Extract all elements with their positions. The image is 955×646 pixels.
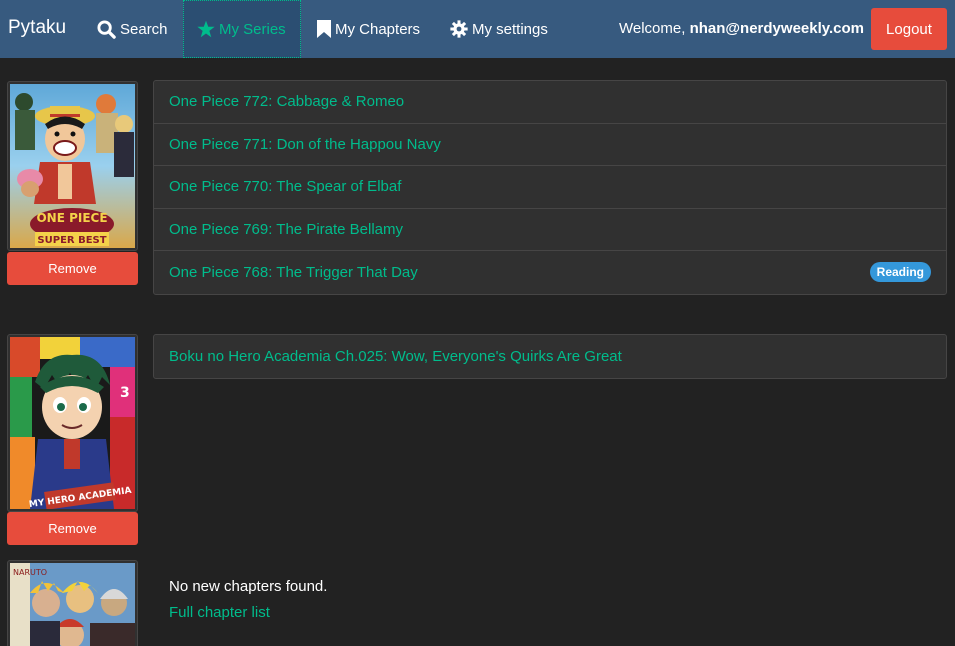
welcome-text: Welcome, nhan@nerdyweekly.com	[619, 20, 864, 37]
chapter-link[interactable]: One Piece 771: Don of the Happou Navy	[169, 136, 441, 153]
nav-my-series[interactable]: My Series	[183, 0, 301, 58]
chapter-link[interactable]: One Piece 769: The Pirate Bellamy	[169, 221, 403, 238]
svg-text:SUPER BEST: SUPER BEST	[37, 235, 106, 246]
navbar: Pytaku Search My Series My Chapters My s…	[0, 0, 955, 58]
chapter-item[interactable]: One Piece 772: Cabbage & Romeo	[154, 81, 946, 124]
chapter-item[interactable]: Boku no Hero Academia Ch.025: Wow, Every…	[154, 335, 946, 378]
chapter-link[interactable]: One Piece 768: The Trigger That Day	[169, 264, 418, 281]
boku-no-hero-cover[interactable]: 3 MY HERO ACADEMIA	[7, 334, 138, 512]
search-icon	[97, 19, 116, 39]
nav-my-series-label: My Series	[219, 20, 286, 38]
remove-button[interactable]: Remove	[7, 512, 138, 545]
nav-my-chapters[interactable]: My Chapters	[317, 0, 420, 58]
full-chapter-list-link[interactable]: Full chapter list	[169, 604, 270, 621]
svg-text:3: 3	[120, 385, 130, 401]
svg-text:NARUTO: NARUTO	[13, 568, 47, 577]
chapter-item[interactable]: One Piece 771: Don of the Happou Navy	[154, 124, 946, 166]
logout-button[interactable]: Logout	[871, 8, 947, 50]
chapter-link[interactable]: One Piece 770: The Spear of Elbaf	[169, 178, 401, 195]
reading-badge: Reading	[869, 262, 931, 283]
nav-my-settings-label: My settings	[472, 20, 548, 38]
bookmark-icon	[317, 20, 331, 38]
chapter-item[interactable]: One Piece 770: The Spear of Elbaf	[154, 166, 946, 209]
chapter-link[interactable]: One Piece 772: Cabbage & Romeo	[169, 93, 404, 110]
gear-icon	[450, 20, 468, 38]
nav-my-settings[interactable]: My settings	[450, 0, 548, 58]
remove-button[interactable]: Remove	[7, 252, 138, 285]
welcome-prefix: Welcome,	[619, 20, 686, 37]
nav-my-chapters-label: My Chapters	[335, 20, 421, 38]
naruto-cover[interactable]: NARUTO	[7, 560, 138, 646]
one-piece-cover[interactable]: ONE PIECE SUPER BEST	[7, 81, 138, 251]
nav-search-label: Search	[120, 20, 168, 38]
star-icon	[197, 20, 215, 38]
brand-logo[interactable]: Pytaku	[8, 17, 66, 39]
user-email: nhan@nerdyweekly.com	[689, 20, 864, 37]
svg-text:ONE PIECE: ONE PIECE	[36, 211, 107, 225]
nav-search[interactable]: Search	[97, 0, 168, 58]
chapter-list: Boku no Hero Academia Ch.025: Wow, Every…	[153, 334, 947, 379]
chapter-item[interactable]: One Piece 769: The Pirate Bellamy	[154, 209, 946, 251]
chapter-link[interactable]: Boku no Hero Academia Ch.025: Wow, Every…	[169, 348, 622, 365]
chapter-list: One Piece 772: Cabbage & Romeo One Piece…	[153, 80, 947, 295]
empty-message: No new chapters found.	[169, 578, 328, 595]
chapter-item[interactable]: One Piece 768: The Trigger That Day Read…	[154, 251, 946, 294]
